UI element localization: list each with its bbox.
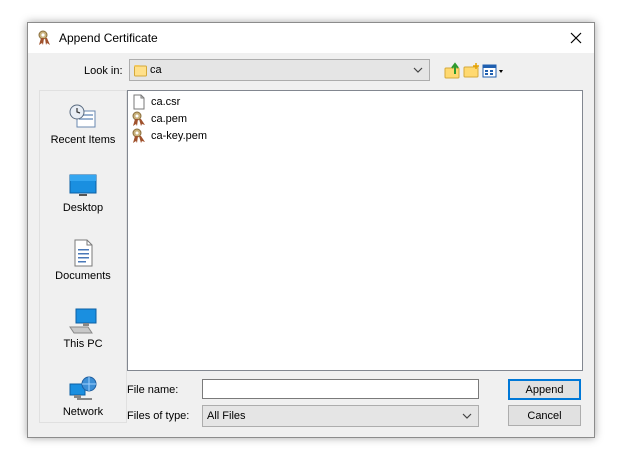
view-menu-icon[interactable]: [480, 60, 506, 82]
chevron-down-icon: [462, 413, 472, 419]
recent-items-icon: [69, 104, 96, 128]
place-label: Network: [62, 406, 104, 418]
place-label: This PC: [63, 338, 103, 350]
certificate-file-icon: [132, 111, 145, 126]
close-button[interactable]: [558, 23, 594, 53]
desktop-icon: [69, 174, 97, 196]
place-desktop[interactable]: Desktop: [40, 171, 126, 235]
file-list[interactable]: ca.csr ca.pem ca-key.pem: [127, 90, 583, 371]
file-name-input[interactable]: [202, 379, 479, 399]
look-in-combo[interactable]: ca: [129, 59, 430, 81]
look-in-value: ca: [150, 64, 162, 76]
place-this-pc[interactable]: This PC: [40, 307, 126, 371]
window-title: Append Certificate: [59, 31, 158, 45]
place-recent-items[interactable]: Recent Items: [40, 103, 126, 167]
place-label: Documents: [55, 270, 111, 282]
chevron-down-icon: [413, 67, 423, 73]
place-label: Recent Items: [50, 134, 116, 146]
append-certificate-dialog: Append Certificate Look in: ca Recent It…: [27, 22, 595, 438]
certificate-file-icon: [132, 128, 145, 143]
files-of-type-value: All Files: [207, 410, 246, 422]
close-icon: [570, 32, 582, 44]
file-name: ca.pem: [151, 113, 188, 125]
cancel-button[interactable]: Cancel: [508, 405, 581, 426]
place-network[interactable]: Network: [40, 375, 126, 439]
list-item[interactable]: ca.pem: [131, 111, 187, 127]
look-in-label: Look in:: [84, 65, 123, 77]
append-button[interactable]: Append: [508, 379, 581, 400]
blank-file-icon: [133, 94, 145, 110]
files-of-type-combo[interactable]: All Files: [202, 405, 479, 427]
list-item[interactable]: ca.csr: [131, 94, 180, 110]
places-bar: Recent Items Desktop Documents This PC N…: [39, 90, 127, 423]
file-name: ca-key.pem: [151, 130, 208, 142]
file-name-label: File name:: [127, 384, 179, 396]
this-pc-icon: [69, 308, 97, 334]
app-icon: [38, 30, 50, 45]
place-documents[interactable]: Documents: [40, 239, 126, 303]
folder-icon: [134, 65, 147, 77]
place-label: Desktop: [62, 202, 104, 214]
file-name: ca.csr: [151, 96, 181, 108]
title-bar: Append Certificate: [28, 23, 594, 53]
network-icon: [69, 376, 97, 400]
files-of-type-label: Files of type:: [127, 410, 190, 422]
documents-icon: [74, 239, 93, 267]
list-item[interactable]: ca-key.pem: [131, 128, 207, 144]
